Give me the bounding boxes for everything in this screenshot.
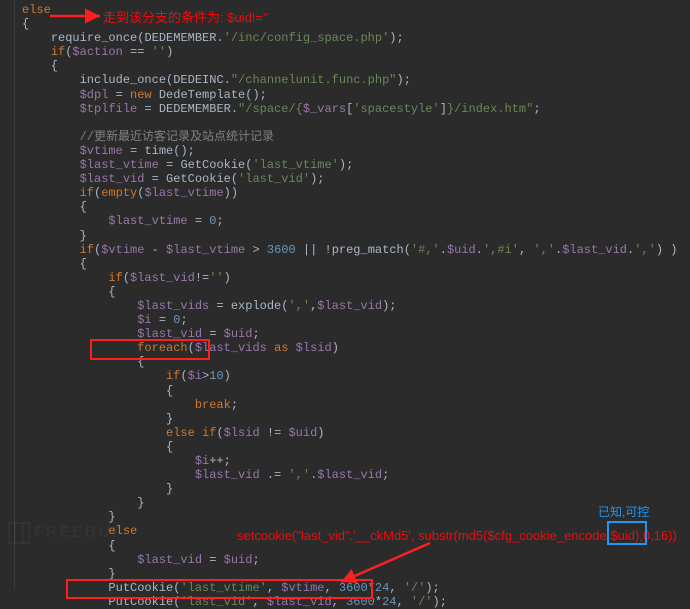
highlight-box-uid [607, 521, 647, 545]
annotation-top-condition: 走到该分支的条件为: $uid!='' [103, 7, 268, 26]
watermark: FREEBUF [8, 522, 124, 544]
highlight-box-assign [90, 339, 210, 360]
line-gutter [0, 0, 15, 590]
highlight-box-putcookie [66, 579, 373, 599]
annotation-known-controllable: 已知,可控 [598, 503, 649, 520]
code-block: else { require_once(DEDEMEMBER.'/inc/con… [0, 0, 690, 609]
